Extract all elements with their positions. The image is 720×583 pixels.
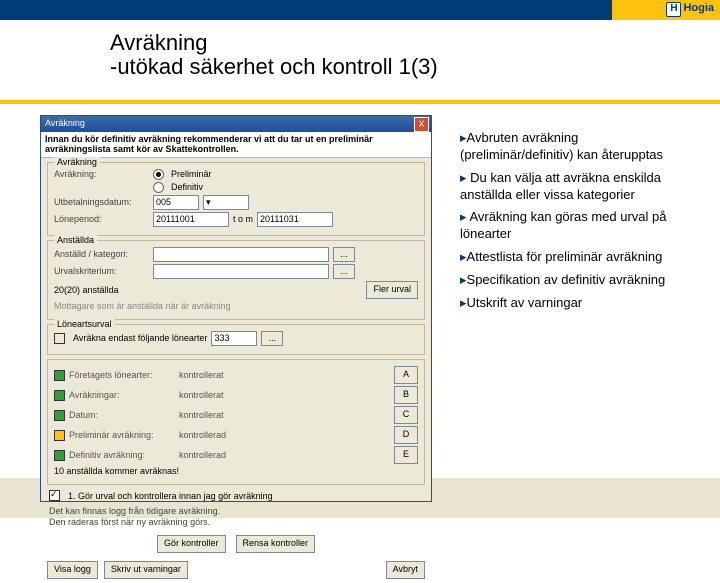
skriv-ut-varningar-button[interactable]: Skriv ut varningar <box>104 561 188 579</box>
field-urval[interactable] <box>153 264 329 279</box>
brand-logo: HHogia <box>666 2 714 17</box>
browse-anst-kat-button[interactable]: ... <box>333 247 355 262</box>
label-anst-kat: Anställd / kategori: <box>54 249 149 259</box>
radio-definitiv[interactable] <box>153 182 164 193</box>
radio-definitiv-label: Definitiv <box>171 182 203 192</box>
radio-preliminar[interactable] <box>153 169 164 180</box>
label-urval: Urvalskriterium: <box>54 266 149 276</box>
status-label: Datum: <box>69 410 179 420</box>
status-value: kontrollerat <box>179 370 264 380</box>
dialog-titlebar: Avräkning X <box>41 116 431 132</box>
warning-text: Det kan finnas logg från tidigare avräkn… <box>41 506 431 531</box>
status-value: kontrollerad <box>179 430 264 440</box>
status-label: Definitiv avräkning: <box>69 450 179 460</box>
label-tom: t o m <box>233 214 253 224</box>
field-loneperiod-tom[interactable]: 20111031 <box>257 212 333 227</box>
status-row: Preliminär avräkning:kontrollerad D <box>54 426 418 444</box>
anst-note: Mottagare som är anställda när är avräkn… <box>54 301 231 311</box>
bullet-item: ▸Attestlista för preliminär avräkning <box>460 249 690 266</box>
chk-loneart-label: Avräkna endast följande lönearter <box>73 333 207 343</box>
label-avrakning: Avräkning: <box>54 169 149 179</box>
avbryt-button[interactable]: Avbryt <box>386 561 425 579</box>
status-mini-button[interactable]: B <box>394 386 418 404</box>
close-icon[interactable]: X <box>414 117 429 132</box>
dialog-title: Avräkning <box>45 118 85 128</box>
field-anst-kat[interactable] <box>153 247 329 262</box>
anstallda-count: 20(20) anställda <box>54 285 119 295</box>
status-color-icon <box>54 450 65 461</box>
slide-title-line1: Avräkning <box>110 30 207 56</box>
status-label: Avräkningar: <box>69 390 179 400</box>
visa-logg-button[interactable]: Visa logg <box>47 561 98 579</box>
gor-kontroller-button[interactable]: Gör kontroller <box>157 535 226 553</box>
field-utbet[interactable]: 005 <box>153 195 199 210</box>
status-color-icon <box>54 410 65 421</box>
legend-avrakning: Avräkning <box>54 157 100 167</box>
bullet-item: ▸ Avräkning kan göras med urval på lönea… <box>460 209 690 243</box>
rensa-kontroller-button[interactable]: Rensa kontroller <box>236 535 316 553</box>
legend-loneart: Löneartsurval <box>54 319 115 329</box>
bullet-item: ▸Utskrift av varningar <box>460 295 690 312</box>
status-color-icon <box>54 390 65 401</box>
logo-h-icon: H <box>666 2 681 17</box>
field-loneart[interactable]: 333 <box>211 331 257 346</box>
dialog-info-banner: Innan du kör definitiv avräkning rekomme… <box>41 132 431 158</box>
bullet-item: ▸ Du kan välja att avräkna enskilda anst… <box>460 170 690 204</box>
group-loneartsurval: Löneartsurval Avräkna endast följande lö… <box>47 324 425 355</box>
status-value: kontrollerat <box>179 390 264 400</box>
status-value: kontrollerad <box>179 450 264 460</box>
chk-loneart[interactable] <box>54 333 65 344</box>
brand-header: HHogia <box>0 0 720 20</box>
slide-title-line2: -utökad säkerhet och kontroll 1(3) <box>110 54 438 80</box>
divider-yellow <box>0 100 720 104</box>
status-mini-button[interactable]: A <box>394 366 418 384</box>
status-mini-button[interactable]: C <box>394 406 418 424</box>
fler-urval-button[interactable]: Fler urval <box>366 281 418 299</box>
slide-bullets: ▸Avbruten avräkning (preliminär/definiti… <box>460 130 690 318</box>
browse-loneart-button[interactable]: ... <box>261 331 283 346</box>
status-color-icon <box>54 370 65 381</box>
label-utbet: Utbetalningsdatum: <box>54 197 149 207</box>
status-row: Företagets lönearter:kontrollerat A <box>54 366 418 384</box>
bullet-arrow-icon: ▸ <box>460 210 467 225</box>
status-row: Avräkningar:kontrollerat B <box>54 386 418 404</box>
group-status: Företagets lönearter:kontrolleratA Avräk… <box>47 359 425 485</box>
chk-instruction[interactable]: ✓ <box>49 490 60 501</box>
field-loneperiod-from[interactable]: 20111001 <box>153 212 229 227</box>
status-row: Datum:kontrollerat C <box>54 406 418 424</box>
status-footer: 10 anställda kommer avräknas! <box>54 466 179 476</box>
status-mini-button[interactable]: D <box>394 426 418 444</box>
status-row: Definitiv avräkning:kontrollerad E <box>54 446 418 464</box>
bullet-item: ▸Avbruten avräkning (preliminär/definiti… <box>460 130 690 164</box>
browse-urval-button[interactable]: ... <box>333 264 355 279</box>
status-mini-button[interactable]: E <box>394 446 418 464</box>
group-avrakning: Avräkning Avräkning: Preliminär Definiti… <box>47 162 425 236</box>
avrakning-dialog: Avräkning X Innan du kör definitiv avräk… <box>40 115 432 502</box>
status-value: kontrollerat <box>179 410 264 420</box>
label-loneperiod: Löneperiod: <box>54 214 149 224</box>
bullet-arrow-icon: ▸ <box>460 171 467 186</box>
status-label: Preliminär avräkning: <box>69 430 179 440</box>
group-anstallda: Anställda Anställd / kategori: ... Urval… <box>47 240 425 320</box>
legend-anstallda: Anställda <box>54 235 97 245</box>
radio-preliminar-label: Preliminär <box>171 169 212 179</box>
status-color-icon <box>54 430 65 441</box>
field-utbet-combo[interactable]: ▾ <box>203 195 249 210</box>
chk-instruction-label: 1. Gör urval och kontrollera innan jag g… <box>68 491 273 501</box>
status-label: Företagets lönearter: <box>69 370 179 380</box>
bullet-item: ▸Specifikation av definitiv avräkning <box>460 272 690 289</box>
